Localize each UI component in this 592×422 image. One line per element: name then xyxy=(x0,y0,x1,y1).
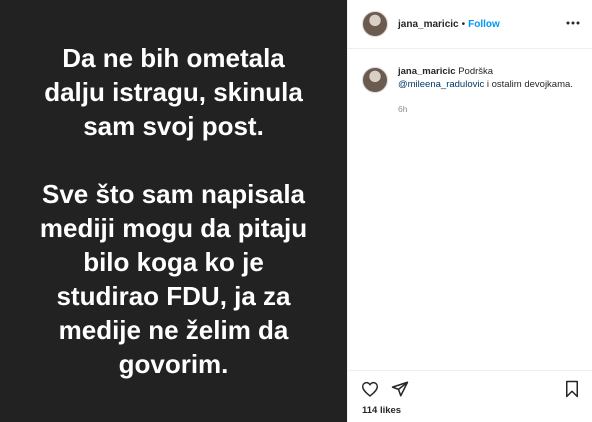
image-text-line: mediji mogu da pitaju xyxy=(39,213,308,243)
post-image-text: Da ne bih ometala dalju istragu, skinula… xyxy=(9,41,339,381)
image-text-line: bilo koga ko je xyxy=(83,247,264,277)
caption: jana_maricic Podrška @mileena_radulovic … xyxy=(362,65,578,116)
image-text-line: studirao FDU, ja za xyxy=(56,281,291,311)
action-bar: 114 likes xyxy=(348,370,592,416)
separator-dot: • xyxy=(461,18,466,30)
bookmark-icon[interactable] xyxy=(562,379,582,399)
caption-timestamp[interactable]: 6h xyxy=(398,103,578,116)
image-text-line: Sve što sam napisala xyxy=(41,179,306,209)
caption-mention[interactable]: @mileena_radulovic xyxy=(398,79,484,90)
image-text-line: medije ne želim da xyxy=(58,315,289,345)
send-icon[interactable] xyxy=(390,379,410,399)
follow-button[interactable]: Follow xyxy=(468,19,500,30)
caption-body: jana_maricic Podrška @mileena_radulovic … xyxy=(398,65,578,116)
likes-count[interactable]: 114 likes xyxy=(348,399,592,416)
caption-username[interactable]: jana_maricic xyxy=(398,66,456,77)
image-text-line: govorim. xyxy=(118,349,229,379)
image-text-line: sam svoj post. xyxy=(83,111,264,141)
more-horizontal-icon[interactable] xyxy=(566,16,580,30)
post-image[interactable]: Da ne bih ometala dalju istragu, skinula… xyxy=(0,0,347,422)
header-username[interactable]: jana_maricic xyxy=(398,19,459,30)
heart-icon[interactable] xyxy=(360,379,380,399)
avatar[interactable] xyxy=(362,67,388,93)
image-text-line: Da ne bih ometala xyxy=(62,43,285,73)
caption-text-end: i ostalim devojkama. xyxy=(486,79,573,90)
post-sidebar: jana_maricic • Follow jana_maricic Podrš… xyxy=(347,0,592,422)
comments-section: jana_maricic Podrška @mileena_radulovic … xyxy=(348,49,592,116)
image-text-line: dalju istragu, skinula xyxy=(44,77,303,107)
post-header: jana_maricic • Follow xyxy=(348,0,592,49)
avatar[interactable] xyxy=(362,11,388,37)
caption-text: Podrška xyxy=(458,66,494,77)
